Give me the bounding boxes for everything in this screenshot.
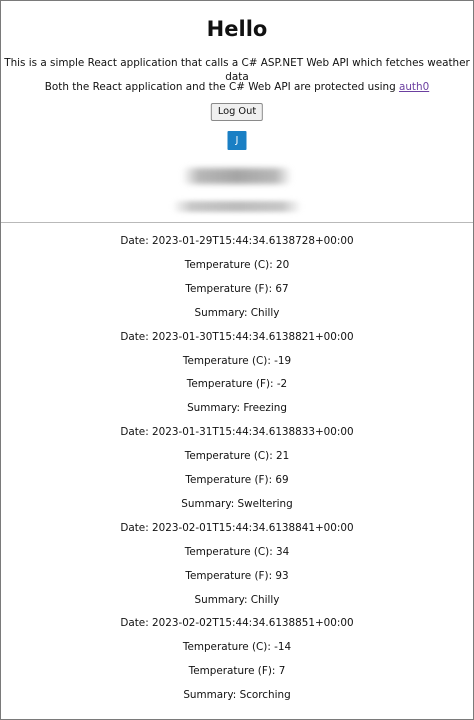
forecast-temp-f-value: 7 [278, 665, 286, 678]
forecast-temp-c-value: -14 [274, 641, 292, 654]
protection-text-prefix: Both the React application and the C# We… [44, 81, 399, 93]
forecast-date-value: 2023-02-01T15:44:34.6138841+00:00 [152, 521, 354, 534]
forecast-date: Date: 2023-01-30T15:44:34.6138821+00:00 [1, 330, 473, 344]
app-window: Hello This is a simple React application… [0, 0, 474, 720]
forecast-date-value: 2023-01-31T15:44:34.6138833+00:00 [152, 426, 354, 439]
forecast-summary-label: Summary: [183, 689, 240, 702]
forecast-date: Date: 2023-01-31T15:44:34.6138833+00:00 [1, 425, 473, 439]
forecast-date: Date: 2023-01-29T15:44:34.6138728+00:00 [1, 234, 473, 248]
protection-text: Both the React application and the C# We… [1, 80, 473, 94]
forecast-temp-f-value: 69 [275, 474, 289, 486]
forecast-temp-f: Temperature (F): 7 [1, 664, 473, 678]
forecast-summary-value: Sweltering [237, 497, 293, 510]
forecast-temp-c-label: Temperature (C): [182, 354, 275, 367]
avatar: J [227, 131, 247, 150]
forecast-temp-f: Temperature (F): -2 [1, 377, 473, 391]
forecast-summary: Summary: Sweltering [1, 497, 473, 511]
forecast-temp-c-label: Temperature (C): [184, 450, 277, 463]
forecast-temp-c-label: Temperature (C): [184, 545, 277, 558]
forecast-summary-value: Chilly [250, 593, 280, 606]
forecast-temp-f-label: Temperature (F): [185, 474, 276, 486]
forecast-summary-value: Freezing [243, 402, 287, 415]
forecast-temp-f-label: Temperature (F): [185, 569, 276, 582]
forecast-date-label: Date: [120, 426, 152, 439]
forecast-date-value: 2023-02-02T15:44:34.6138851+00:00 [152, 617, 354, 630]
forecast-date-value: 2023-01-30T15:44:34.6138821+00:00 [152, 330, 354, 343]
forecast-summary-label: Summary: [194, 593, 251, 606]
forecast-temp-c: Temperature (C): -14 [1, 640, 473, 654]
forecast-summary: Summary: Chilly [1, 306, 473, 320]
forecast-date-label: Date: [120, 521, 152, 534]
forecast-date: Date: 2023-02-02T15:44:34.6138851+00:00 [1, 616, 473, 630]
forecast-temp-c-value: 21 [276, 450, 290, 463]
page-header: Hello This is a simple React application… [1, 1, 473, 223]
forecast-summary-value: Scorching [239, 689, 291, 702]
user-name-redacted [182, 168, 292, 184]
forecast-temp-c: Temperature (C): -19 [1, 354, 473, 368]
forecast-temp-f-label: Temperature (F): [185, 282, 276, 295]
forecast-summary-label: Summary: [187, 402, 244, 415]
forecast-temp-f: Temperature (F): 69 [1, 473, 473, 487]
page-title: Hello [206, 17, 268, 41]
forecast-temp-f: Temperature (F): 93 [1, 569, 473, 583]
auth0-link[interactable]: auth0 [399, 81, 429, 93]
forecast-temp-f-value: 67 [275, 282, 289, 295]
forecast-temp-c: Temperature (C): 20 [1, 258, 473, 272]
forecast-temp-c-value: 20 [276, 258, 290, 271]
forecast-temp-f-value: 93 [275, 569, 289, 582]
forecast-summary: Summary: Scorching [1, 688, 473, 702]
forecast-summary-label: Summary: [194, 306, 251, 319]
forecast-summary-label: Summary: [181, 497, 238, 510]
forecast-temp-f-value: -2 [276, 378, 288, 391]
forecast-temp-c: Temperature (C): 21 [1, 449, 473, 463]
logout-button[interactable]: Log Out [210, 103, 264, 121]
forecast-temp-c-value: 34 [276, 545, 290, 558]
forecast-temp-c-label: Temperature (C): [184, 258, 277, 271]
forecast-temp-f: Temperature (F): 67 [1, 282, 473, 296]
forecast-date-label: Date: [120, 235, 152, 247]
forecast-summary: Summary: Chilly [1, 593, 473, 607]
forecast-date-label: Date: [120, 617, 152, 630]
forecast-date-label: Date: [120, 330, 152, 343]
forecast-temp-c: Temperature (C): 34 [1, 545, 473, 559]
forecast-summary-value: Chilly [250, 306, 280, 319]
forecast-date-value: 2023-01-29T15:44:34.6138728+00:00 [152, 235, 354, 247]
forecast-temp-f-label: Temperature (F): [188, 665, 279, 678]
forecast-temp-c-label: Temperature (C): [182, 641, 275, 654]
forecast-temp-f-label: Temperature (F): [186, 378, 277, 391]
user-email-redacted [172, 201, 302, 212]
forecast-date: Date: 2023-02-01T15:44:34.6138841+00:00 [1, 521, 473, 535]
forecast-summary: Summary: Freezing [1, 401, 473, 415]
forecast-temp-c-value: -19 [274, 354, 292, 367]
